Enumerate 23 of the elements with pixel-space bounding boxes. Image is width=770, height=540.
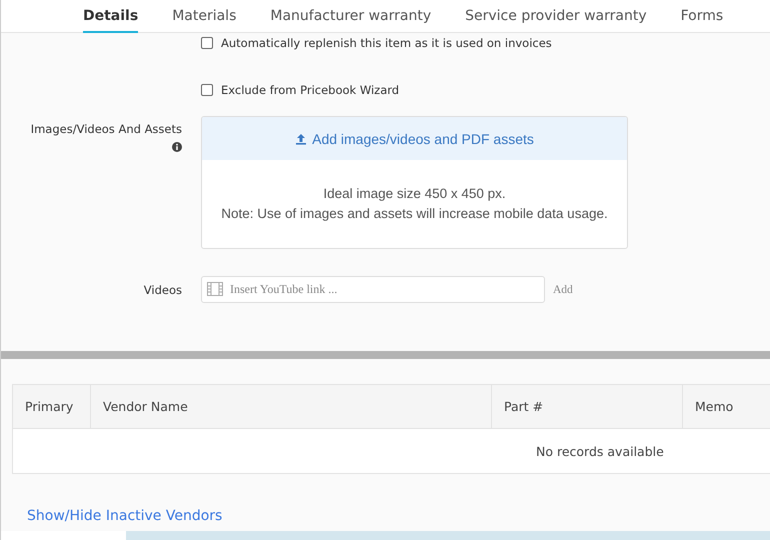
upload-icon: [295, 132, 308, 144]
upload-button[interactable]: Add images/videos and PDF assets: [202, 117, 627, 160]
tab[interactable]: Forms: [680, 0, 724, 33]
column-header[interactable]: Primary: [12, 384, 90, 428]
field-label: Images/Videos And Assets: [30, 122, 182, 136]
info-icon[interactable]: [172, 142, 182, 152]
empty-message: No records available: [536, 444, 664, 458]
tab[interactable]: Materials: [172, 0, 236, 33]
field-label: Videos: [144, 282, 182, 296]
toggle-link[interactable]: Show/Hide Inactive Vendors: [27, 508, 222, 524]
checkbox[interactable]: [201, 36, 213, 48]
column-header[interactable]: Memo: [682, 384, 770, 428]
tab[interactable]: Details: [83, 0, 138, 33]
video-link-field[interactable]: Insert YouTube link ...: [201, 276, 545, 303]
checkbox-label: Exclude from Pricebook Wizard: [221, 82, 400, 96]
checkbox[interactable]: [201, 84, 213, 96]
upload-note: Ideal image size 450 x 450 px.: [322, 185, 507, 203]
upload-note: Note: Use of images and assets will increase mobile data usage.: [220, 205, 609, 223]
column-header[interactable]: Vendor Name: [90, 384, 492, 428]
tab[interactable]: Service provider warranty: [465, 0, 647, 33]
checkbox-label: Automatically replenish this item as it is used on invoices: [221, 36, 552, 50]
tab[interactable]: Manufacturer warranty: [270, 0, 432, 33]
column-header[interactable]: Part #: [492, 384, 682, 428]
